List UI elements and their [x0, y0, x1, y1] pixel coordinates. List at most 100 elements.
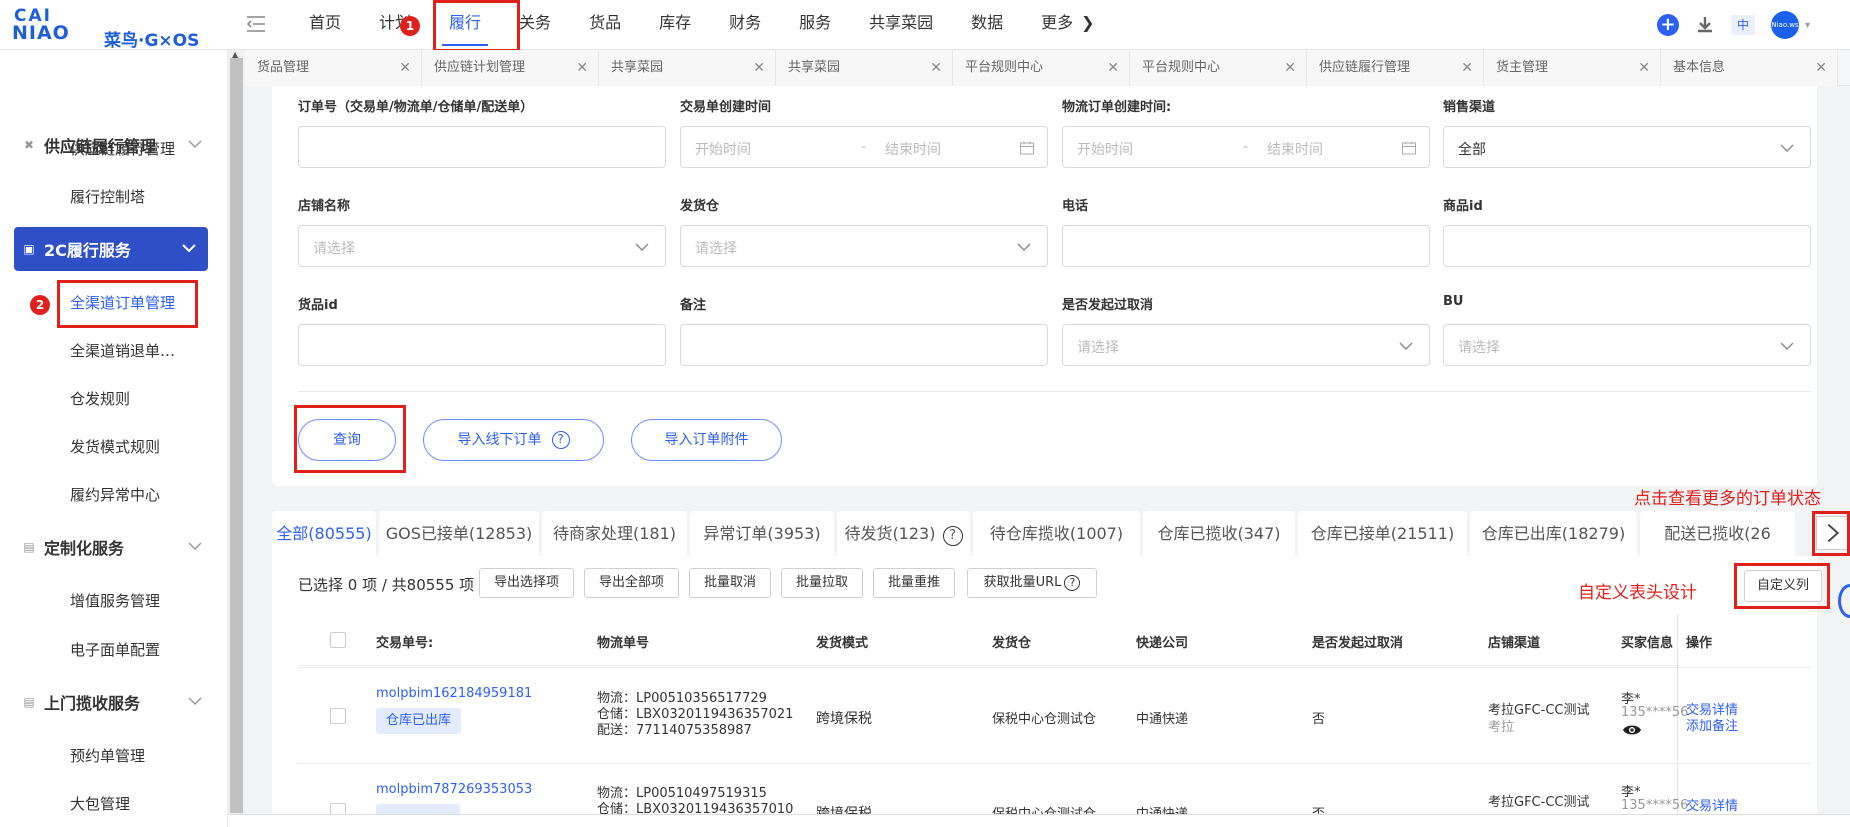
order-no-input[interactable] — [298, 126, 666, 168]
page-tab[interactable]: 货主管理 ✕ — [1484, 50, 1661, 86]
status-tab-warehouse-accepted[interactable]: 仓库已接单(21511) — [1298, 511, 1467, 556]
avatar-chevron-icon[interactable]: ▾ — [1805, 20, 1810, 31]
sidebar-item-warehouse-rules[interactable]: 仓发规则 — [70, 388, 130, 409]
logistics-time-range[interactable]: 开始时间 - 结束时间 — [1062, 126, 1430, 168]
sidebar-item-omni-orders[interactable]: 全渠道订单管理 — [70, 292, 175, 313]
user-avatar[interactable]: Niao.ws — [1770, 11, 1799, 39]
sidebar-item-value-added[interactable]: 增值服务管理 — [70, 590, 160, 611]
sidebar-group-pickup-service[interactable]: ▤ 上门揽收服务 — [0, 680, 228, 724]
cancel-requested-select[interactable]: 请选择 — [1062, 324, 1430, 366]
close-icon[interactable]: ✕ — [1284, 50, 1296, 86]
page-tab[interactable]: 共享菜园 ✕ — [599, 50, 776, 86]
nav-inventory[interactable]: 库存 — [640, 0, 710, 46]
col-warehouse[interactable]: 发货仓 — [992, 632, 1031, 651]
nav-fulfillment[interactable]: 履行 — [430, 0, 500, 46]
close-icon[interactable]: ✕ — [753, 50, 765, 86]
menu-collapse-icon[interactable] — [244, 12, 268, 36]
status-tab-warehouse-outbound[interactable]: 仓库已出库(18279) — [1470, 511, 1637, 556]
sidebar-item-omni-returns[interactable]: 全渠道销退单… — [70, 340, 175, 361]
sidebar-item-big-package[interactable]: 大包管理 — [70, 793, 130, 814]
select-all-checkbox[interactable] — [330, 632, 346, 648]
col-logistics-no[interactable]: 物流单号 — [597, 632, 649, 651]
shop-select[interactable]: 请选择 — [298, 225, 666, 267]
phone-input[interactable] — [1062, 225, 1430, 267]
sidebar-item-shipping-mode-rules[interactable]: 发货模式规则 — [70, 436, 160, 457]
export-selected-button[interactable]: 导出选择项 — [479, 568, 574, 598]
import-offline-button[interactable]: 导入线下订单? — [423, 419, 604, 461]
add-circle-icon[interactable]: + — [1656, 14, 1679, 36]
status-tab-all[interactable]: 全部(80555) — [272, 511, 376, 556]
batch-pull-button[interactable]: 批量拉取 — [781, 568, 863, 598]
custom-columns-button[interactable]: 自定义列 — [1744, 570, 1822, 602]
sidebar-group-custom-service[interactable]: ▤ 定制化服务 — [0, 525, 228, 569]
close-icon[interactable]: ✕ — [1638, 50, 1650, 86]
product-id-input[interactable] — [1443, 225, 1811, 267]
sidebar-item-exception-center[interactable]: 履约异常中心 — [70, 484, 160, 505]
remark-input[interactable] — [680, 324, 1048, 366]
page-tab[interactable]: 货品管理 ✕ — [245, 50, 422, 86]
status-tab-gos-accepted[interactable]: GOS已接单(12853) — [379, 511, 539, 556]
close-icon[interactable]: ✕ — [930, 50, 942, 86]
sidebar-item-appointments[interactable]: 预约单管理 — [70, 745, 145, 766]
language-switch[interactable]: 中 — [1730, 15, 1755, 35]
cainiao-logo[interactable]: CAI NIAO 菜鸟·G×OS — [12, 4, 199, 51]
goods-id-input[interactable] — [298, 324, 666, 366]
trade-no-link[interactable]: molpbim162184959181 — [376, 686, 532, 701]
close-icon[interactable]: ✕ — [576, 50, 588, 86]
help-icon[interactable]: ? — [942, 526, 963, 546]
status-tab-exception[interactable]: 异常订单(3953) — [690, 511, 834, 556]
close-icon[interactable]: ✕ — [399, 50, 411, 86]
status-tab-pending-ship[interactable]: 待发货(123) ? — [837, 511, 970, 556]
channel-select[interactable]: 全部 — [1443, 126, 1811, 168]
status-tab-pending-pickup[interactable]: 待仓库揽收(1007) — [973, 511, 1140, 556]
close-icon[interactable]: ✕ — [1107, 50, 1119, 86]
nav-shared-garden[interactable]: 共享菜园 — [850, 0, 952, 46]
get-batch-url-button[interactable]: 获取批量URL? — [967, 568, 1097, 598]
status-tab-warehouse-picked[interactable]: 仓库已揽收(347) — [1143, 511, 1295, 556]
row-checkbox[interactable] — [330, 708, 346, 724]
nav-finance[interactable]: 财务 — [710, 0, 780, 46]
page-tab[interactable]: 共享菜园 ✕ — [776, 50, 953, 86]
chevron-right-icon[interactable] — [1816, 516, 1850, 550]
col-cancel-requested[interactable]: 是否发起过取消 — [1312, 632, 1403, 651]
col-shop-channel[interactable]: 店铺渠道 — [1488, 632, 1540, 651]
trade-time-range[interactable]: 开始时间 - 结束时间 — [680, 126, 1048, 168]
eye-icon[interactable] — [1622, 723, 1642, 737]
batch-repush-button[interactable]: 批量重推 — [873, 568, 955, 598]
bu-select[interactable]: 请选择 — [1443, 324, 1811, 366]
scrollbar-thumb[interactable] — [230, 58, 243, 813]
trade-no-link[interactable]: molpbim787269353053 — [376, 782, 532, 797]
page-tab[interactable]: 平台规则中心 ✕ — [953, 50, 1130, 86]
sidebar-item-e-waybill[interactable]: 电子面单配置 — [70, 639, 160, 660]
batch-cancel-button[interactable]: 批量取消 — [689, 568, 771, 598]
col-courier[interactable]: 快递公司 — [1136, 632, 1188, 651]
close-icon[interactable]: ✕ — [1815, 50, 1827, 86]
query-button[interactable]: 查询 — [298, 419, 396, 461]
col-trade-no[interactable]: 交易单号: — [376, 632, 433, 651]
page-tab[interactable]: 供应链履行管理 ✕ — [1307, 50, 1484, 86]
bottom-scrollbar[interactable] — [228, 814, 1850, 827]
nav-data[interactable]: 数据 — [952, 0, 1022, 46]
nav-customs[interactable]: 关务 — [500, 0, 570, 46]
help-icon[interactable]: ? — [551, 431, 570, 449]
add-remark-link[interactable]: 添加备注 — [1686, 715, 1738, 734]
status-tab-merchant-pending[interactable]: 待商家处理(181) — [542, 511, 687, 556]
col-ship-mode[interactable]: 发货模式 — [816, 632, 868, 651]
close-icon[interactable]: ✕ — [1461, 50, 1473, 86]
page-tab[interactable]: 供应链计划管理 ✕ — [422, 50, 599, 86]
nav-home[interactable]: 首页 — [290, 0, 360, 46]
sidebar-item-control-tower[interactable]: 履行控制塔 — [70, 186, 145, 207]
page-tab[interactable]: 平台规则中心 ✕ — [1130, 50, 1307, 86]
nav-more[interactable]: 更多 ❯ — [1022, 0, 1113, 46]
nav-goods[interactable]: 货品 — [570, 0, 640, 46]
warehouse-select[interactable]: 请选择 — [680, 225, 1048, 267]
import-attachment-button[interactable]: 导入订单附件 — [631, 419, 782, 461]
download-icon[interactable] — [1695, 15, 1715, 35]
help-icon[interactable]: ? — [1064, 575, 1081, 591]
sidebar-scrollbar[interactable]: ▲ ▼ — [228, 50, 245, 827]
nav-service[interactable]: 服务 — [780, 0, 850, 46]
sidebar-item-supply-chain-mgmt[interactable]: 供应链履行管理 — [70, 138, 175, 159]
trade-detail-link[interactable]: 交易详情 — [1686, 795, 1738, 814]
export-all-button[interactable]: 导出全部项 — [584, 568, 679, 598]
page-tab[interactable]: 基本信息 ✕ — [1661, 50, 1838, 86]
